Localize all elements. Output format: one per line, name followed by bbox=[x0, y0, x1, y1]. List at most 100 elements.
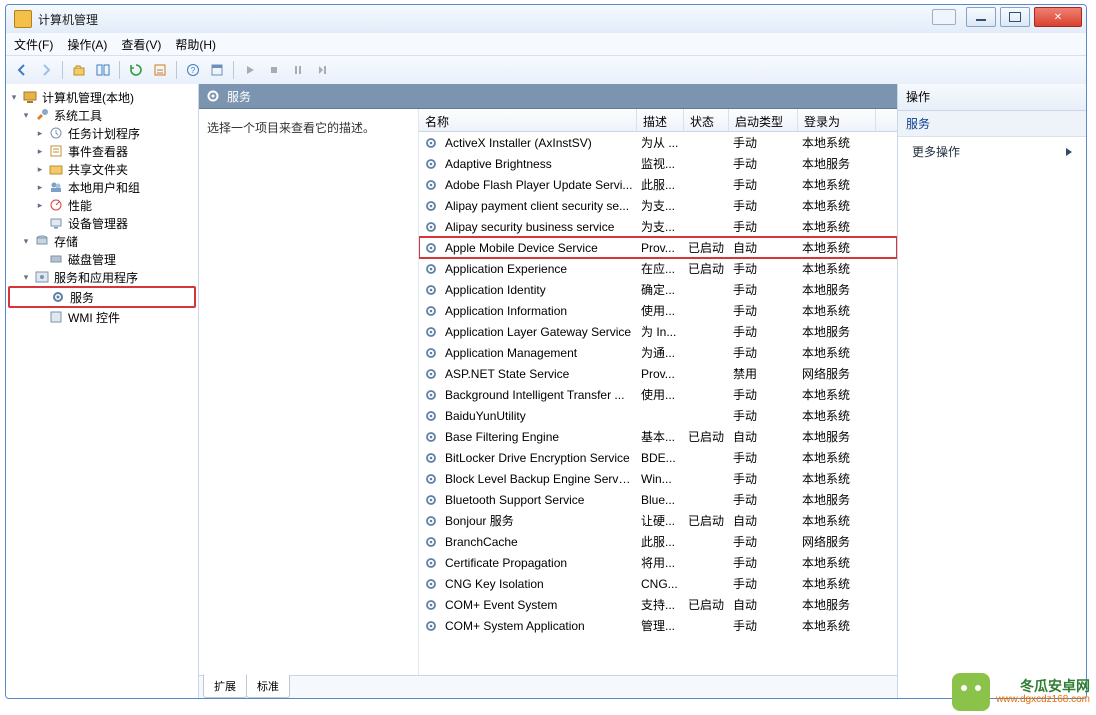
minimize-button[interactable] bbox=[966, 7, 996, 27]
tree-task-scheduler[interactable]: ▸ 任务计划程序 bbox=[8, 124, 196, 142]
tree-root[interactable]: ▾ 计算机管理(本地) bbox=[8, 88, 196, 106]
menu-view[interactable]: 查看(V) bbox=[121, 36, 161, 53]
col-description[interactable]: 描述 bbox=[637, 109, 684, 131]
close-button[interactable] bbox=[1034, 7, 1082, 27]
expand-icon[interactable]: ▸ bbox=[34, 146, 46, 157]
expand-icon[interactable]: ▾ bbox=[20, 236, 32, 247]
tree-system-tools[interactable]: ▾ 系统工具 bbox=[8, 106, 196, 124]
wmi-icon bbox=[48, 309, 64, 325]
service-row[interactable]: Alipay security business service为支...手动本… bbox=[419, 216, 897, 237]
service-row[interactable]: ActiveX Installer (AxInstSV)为从 ...手动本地系统 bbox=[419, 132, 897, 153]
tree-wmi[interactable]: WMI 控件 bbox=[8, 308, 196, 326]
col-status[interactable]: 状态 bbox=[684, 109, 729, 131]
gear-icon bbox=[423, 450, 439, 466]
service-startup: 手动 bbox=[729, 533, 798, 550]
services-list[interactable]: ActiveX Installer (AxInstSV)为从 ...手动本地系统… bbox=[419, 132, 897, 675]
tree-services[interactable]: 服务 bbox=[8, 286, 196, 308]
service-row[interactable]: Block Level Backup Engine ServiceWin...手… bbox=[419, 468, 897, 489]
show-hide-tree-button[interactable] bbox=[93, 60, 113, 80]
tree-services-apps[interactable]: ▾ 服务和应用程序 bbox=[8, 268, 196, 286]
actions-group[interactable]: 服务 bbox=[898, 111, 1086, 137]
refresh-button[interactable] bbox=[126, 60, 146, 80]
expand-icon[interactable]: ▸ bbox=[34, 164, 46, 175]
expand-icon[interactable]: ▸ bbox=[34, 182, 46, 193]
pause-service-button[interactable] bbox=[288, 60, 308, 80]
service-row[interactable]: BaiduYunUtility手动本地系统 bbox=[419, 405, 897, 426]
service-row[interactable]: Base Filtering Engine基本...已启动自动本地服务 bbox=[419, 426, 897, 447]
properties-button[interactable] bbox=[207, 60, 227, 80]
stop-service-button[interactable] bbox=[264, 60, 284, 80]
service-row[interactable]: BranchCache此服...手动网络服务 bbox=[419, 531, 897, 552]
service-row[interactable]: Application Identity确定...手动本地服务 bbox=[419, 279, 897, 300]
service-status: 已启动 bbox=[684, 512, 729, 529]
service-logon: 网络服务 bbox=[798, 533, 876, 550]
service-row[interactable]: COM+ System Application管理...手动本地系统 bbox=[419, 615, 897, 636]
service-row[interactable]: Application Experience在应...已启动手动本地系统 bbox=[419, 258, 897, 279]
service-row[interactable]: Apple Mobile Device ServiceProv...已启动自动本… bbox=[419, 237, 897, 258]
service-startup: 手动 bbox=[729, 176, 798, 193]
col-name[interactable]: 名称 bbox=[419, 109, 637, 131]
service-row[interactable]: COM+ Event System支持...已启动自动本地服务 bbox=[419, 594, 897, 615]
service-logon: 本地系统 bbox=[798, 239, 876, 256]
restart-service-button[interactable] bbox=[312, 60, 332, 80]
col-startup[interactable]: 启动类型 bbox=[729, 109, 798, 131]
tree-local-users[interactable]: ▸ 本地用户和组 bbox=[8, 178, 196, 196]
service-row[interactable]: Background Intelligent Transfer ...使用...… bbox=[419, 384, 897, 405]
service-desc: 基本... bbox=[637, 428, 684, 445]
service-row[interactable]: Application Layer Gateway Service为 In...… bbox=[419, 321, 897, 342]
tab-extended[interactable]: 扩展 bbox=[203, 674, 247, 698]
tree-disk-mgmt[interactable]: 磁盘管理 bbox=[8, 250, 196, 268]
tree-event-viewer[interactable]: ▸ 事件查看器 bbox=[8, 142, 196, 160]
nav-forward-button[interactable] bbox=[36, 60, 56, 80]
service-name: Application Management bbox=[441, 346, 637, 360]
service-desc: BDE... bbox=[637, 451, 684, 465]
export-button[interactable] bbox=[150, 60, 170, 80]
service-row[interactable]: BitLocker Drive Encryption ServiceBDE...… bbox=[419, 447, 897, 468]
col-logon[interactable]: 登录为 bbox=[798, 109, 876, 131]
service-desc: 让硬... bbox=[637, 512, 684, 529]
nav-back-button[interactable] bbox=[12, 60, 32, 80]
service-row[interactable]: Certificate Propagation将用...手动本地系统 bbox=[419, 552, 897, 573]
service-row[interactable]: Application Management为通...手动本地系统 bbox=[419, 342, 897, 363]
tree-performance[interactable]: ▸ 性能 bbox=[8, 196, 196, 214]
tree-device-manager[interactable]: 设备管理器 bbox=[8, 214, 196, 232]
gear-icon bbox=[50, 289, 66, 305]
tree-shared-folders[interactable]: ▸ 共享文件夹 bbox=[8, 160, 196, 178]
service-row[interactable]: Application Information使用...手动本地系统 bbox=[419, 300, 897, 321]
maximize-button[interactable] bbox=[1000, 7, 1030, 27]
service-row[interactable]: Bonjour 服务让硬...已启动自动本地系统 bbox=[419, 510, 897, 531]
expand-icon[interactable]: ▾ bbox=[20, 272, 32, 283]
service-desc: 为支... bbox=[637, 197, 684, 214]
menu-action[interactable]: 操作(A) bbox=[67, 36, 107, 53]
service-row[interactable]: Adaptive Brightness监视...手动本地服务 bbox=[419, 153, 897, 174]
app-icon bbox=[14, 10, 32, 28]
menu-file[interactable]: 文件(F) bbox=[14, 36, 53, 53]
gear-icon bbox=[423, 555, 439, 571]
service-row[interactable]: ASP.NET State ServiceProv...禁用网络服务 bbox=[419, 363, 897, 384]
service-name: Application Information bbox=[441, 304, 637, 318]
watermark-url: www.dgxcdz168.com bbox=[996, 694, 1090, 706]
expand-icon[interactable]: ▾ bbox=[20, 110, 32, 121]
dropdown-button[interactable] bbox=[932, 9, 956, 25]
service-startup: 手动 bbox=[729, 491, 798, 508]
toolbar: ? bbox=[6, 56, 1086, 85]
gear-icon bbox=[423, 492, 439, 508]
service-row[interactable]: Alipay payment client security se...为支..… bbox=[419, 195, 897, 216]
expand-icon[interactable]: ▸ bbox=[34, 200, 46, 211]
tab-standard[interactable]: 标准 bbox=[246, 675, 290, 698]
up-button[interactable] bbox=[69, 60, 89, 80]
service-row[interactable]: Bluetooth Support ServiceBlue...手动本地服务 bbox=[419, 489, 897, 510]
help-button[interactable]: ? bbox=[183, 60, 203, 80]
toolbar-separator bbox=[176, 61, 177, 79]
title-bar[interactable]: 计算机管理 bbox=[6, 5, 1086, 33]
expand-icon[interactable]: ▾ bbox=[8, 92, 20, 103]
service-row[interactable]: Adobe Flash Player Update Servi...此服...手… bbox=[419, 174, 897, 195]
navigation-tree[interactable]: ▾ 计算机管理(本地) ▾ 系统工具 ▸ 任务计划程序 bbox=[6, 84, 199, 698]
service-row[interactable]: CNG Key IsolationCNG...手动本地系统 bbox=[419, 573, 897, 594]
actions-more[interactable]: 更多操作 bbox=[898, 137, 1086, 166]
service-startup: 自动 bbox=[729, 512, 798, 529]
tree-storage[interactable]: ▾ 存储 bbox=[8, 232, 196, 250]
expand-icon[interactable]: ▸ bbox=[34, 128, 46, 139]
menu-help[interactable]: 帮助(H) bbox=[175, 36, 216, 53]
start-service-button[interactable] bbox=[240, 60, 260, 80]
